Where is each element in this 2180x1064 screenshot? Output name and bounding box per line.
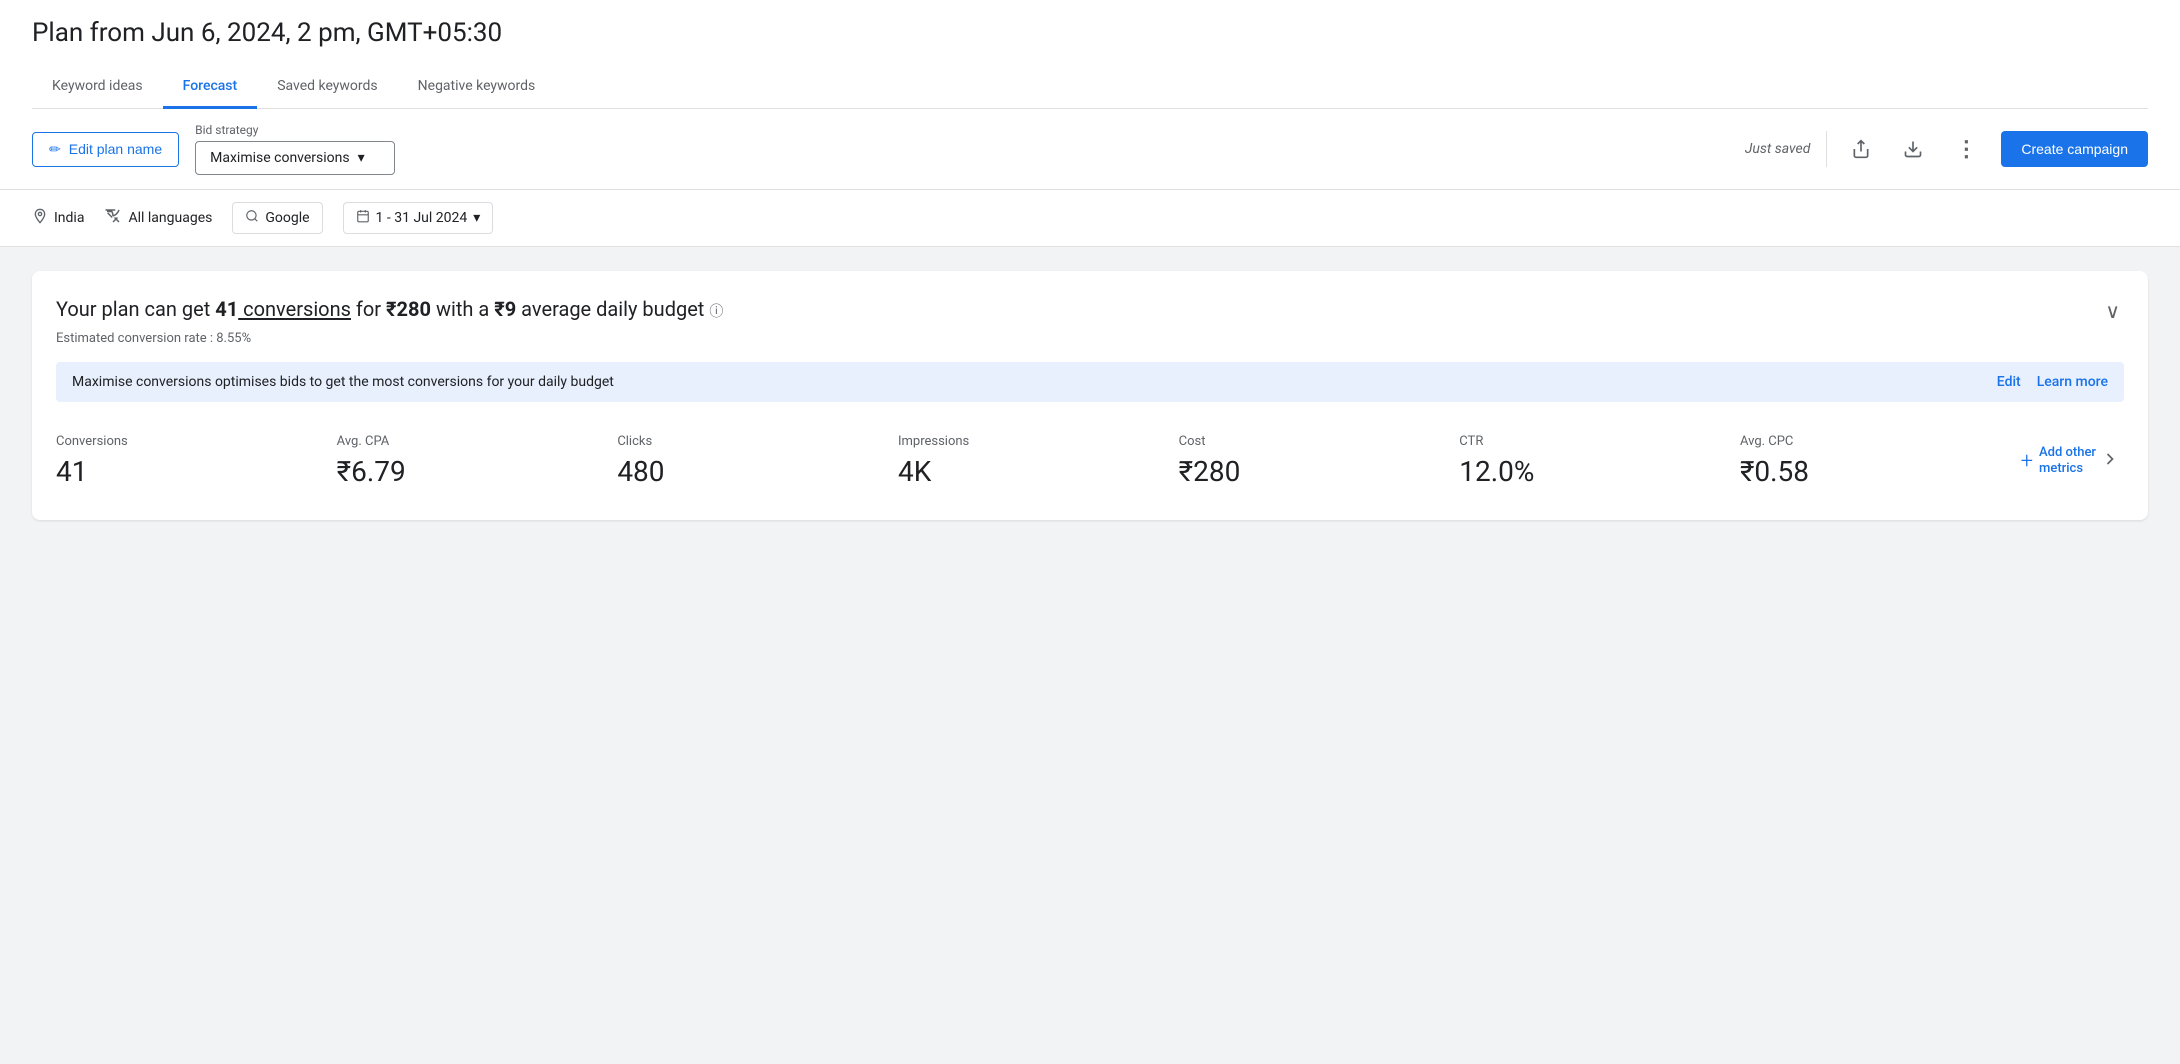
headline-suffix: average daily budget: [516, 297, 704, 321]
network-value: Google: [265, 210, 309, 226]
toolbar: ✏ Edit plan name Bid strategy Maximise c…: [0, 109, 2180, 190]
metric-impressions-label: Impressions: [898, 434, 1179, 449]
add-metrics-label-line1: Add other: [2039, 445, 2096, 461]
forecast-summary: Your plan can get 41 conversions for ₹28…: [56, 295, 2124, 346]
translate-icon: [104, 207, 122, 229]
metric-avg-cpa-label: Avg. CPA: [337, 434, 618, 449]
headline-mid1: conversions: [238, 297, 351, 321]
forecast-card: Your plan can get 41 conversions for ₹28…: [32, 271, 2148, 520]
metric-clicks-value: 480: [617, 455, 898, 488]
date-range-filter[interactable]: 1 - 31 Jul 2024 ▾: [343, 202, 494, 234]
metric-avg-cpc: Avg. CPC ₹0.58: [1740, 426, 2021, 496]
plus-icon: +: [2021, 449, 2033, 474]
forecast-headline: Your plan can get 41 conversions for ₹28…: [56, 295, 723, 323]
page-wrapper: Plan from Jun 6, 2024, 2 pm, GMT+05:30 K…: [0, 0, 2180, 1064]
forecast-details: Your plan can get 41 conversions for ₹28…: [56, 295, 723, 346]
location-filter: India: [32, 208, 84, 228]
metric-avg-cpc-label: Avg. CPC: [1740, 434, 2021, 449]
conversions-count: 41: [215, 297, 238, 321]
metric-avg-cpa-value: ₹6.79: [337, 455, 618, 488]
forecast-cost: ₹280: [386, 297, 431, 321]
metric-ctr-value: 12.0%: [1459, 455, 1740, 488]
search-network-icon: [245, 209, 259, 227]
metric-conversions: Conversions 41: [56, 426, 337, 496]
metric-clicks: Clicks 480: [617, 426, 898, 496]
plan-title: Plan from Jun 6, 2024, 2 pm, GMT+05:30: [32, 18, 2148, 48]
conversion-rate-label: Estimated conversion rate : 8.55%: [56, 331, 723, 346]
forecast-daily-budget: ₹9: [494, 297, 516, 321]
toolbar-divider: [1826, 131, 1827, 167]
language-value: All languages: [128, 210, 212, 226]
metric-impressions: Impressions 4K: [898, 426, 1179, 496]
metric-avg-cpc-value: ₹0.58: [1740, 455, 2021, 488]
edit-plan-button[interactable]: ✏ Edit plan name: [32, 132, 179, 167]
bid-strategy-group: Bid strategy Maximise conversions ▾: [195, 123, 395, 175]
share-button[interactable]: [1843, 131, 1879, 167]
top-section: Plan from Jun 6, 2024, 2 pm, GMT+05:30 K…: [0, 0, 2180, 109]
headline-mid2: for: [351, 297, 386, 321]
metric-ctr: CTR 12.0%: [1459, 426, 1740, 496]
tabs-bar: Keyword ideas Forecast Saved keywords Ne…: [32, 66, 2148, 109]
metrics-next-button[interactable]: [2096, 445, 2124, 478]
bid-strategy-label: Bid strategy: [195, 123, 395, 137]
tab-negative-keywords[interactable]: Negative keywords: [398, 66, 556, 109]
metric-clicks-label: Clicks: [617, 434, 898, 449]
more-vert-icon: ⋮: [1955, 138, 1977, 160]
edit-plan-label: Edit plan name: [69, 141, 162, 157]
info-banner: Maximise conversions optimises bids to g…: [56, 362, 2124, 402]
metric-cost: Cost ₹280: [1179, 426, 1460, 496]
chevron-down-icon: ∨: [2105, 301, 2120, 323]
metric-avg-cpa: Avg. CPA ₹6.79: [337, 426, 618, 496]
location-value: India: [54, 210, 84, 226]
location-icon: [32, 208, 48, 228]
dropdown-icon: ▾: [358, 150, 365, 166]
tab-forecast[interactable]: Forecast: [163, 66, 258, 109]
bid-strategy-value: Maximise conversions: [210, 150, 349, 166]
date-dropdown-icon: ▾: [473, 210, 480, 226]
metric-impressions-value: 4K: [898, 455, 1179, 488]
just-saved-label: Just saved: [1745, 141, 1811, 157]
add-metrics-button[interactable]: + Add other metrics: [2021, 445, 2096, 476]
tab-keyword-ideas[interactable]: Keyword ideas: [32, 66, 163, 109]
pencil-icon: ✏: [49, 141, 61, 158]
metric-conversions-label: Conversions: [56, 434, 337, 449]
collapse-button[interactable]: ∨: [2101, 295, 2124, 328]
metric-cost-label: Cost: [1179, 434, 1460, 449]
language-filter: All languages: [104, 207, 212, 229]
bid-strategy-select[interactable]: Maximise conversions ▾: [195, 141, 395, 175]
metric-ctr-label: CTR: [1459, 434, 1740, 449]
info-banner-actions: Edit Learn more: [1997, 374, 2108, 390]
edit-link[interactable]: Edit: [1997, 374, 2021, 390]
more-options-button[interactable]: ⋮: [1947, 130, 1985, 168]
help-icon[interactable]: ⓘ: [709, 304, 723, 320]
learn-more-link[interactable]: Learn more: [2037, 374, 2108, 390]
metrics-section: Conversions 41 Avg. CPA ₹6.79 Clicks 480…: [56, 426, 2124, 496]
network-filter[interactable]: Google: [232, 202, 322, 234]
main-content: Your plan can get 41 conversions for ₹28…: [0, 247, 2180, 544]
calendar-icon: [356, 209, 370, 227]
date-range-value: 1 - 31 Jul 2024: [376, 210, 468, 226]
create-campaign-button[interactable]: Create campaign: [2001, 131, 2148, 167]
headline-prefix: Your plan can get: [56, 297, 215, 321]
download-button[interactable]: [1895, 131, 1931, 167]
headline-mid3: with a: [431, 297, 494, 321]
add-metrics-label-line2: metrics: [2039, 461, 2096, 477]
info-banner-text: Maximise conversions optimises bids to g…: [72, 374, 614, 390]
metric-cost-value: ₹280: [1179, 455, 1460, 488]
filter-bar: India All languages Google: [0, 190, 2180, 247]
metric-conversions-value: 41: [56, 455, 337, 488]
tab-saved-keywords[interactable]: Saved keywords: [257, 66, 397, 109]
